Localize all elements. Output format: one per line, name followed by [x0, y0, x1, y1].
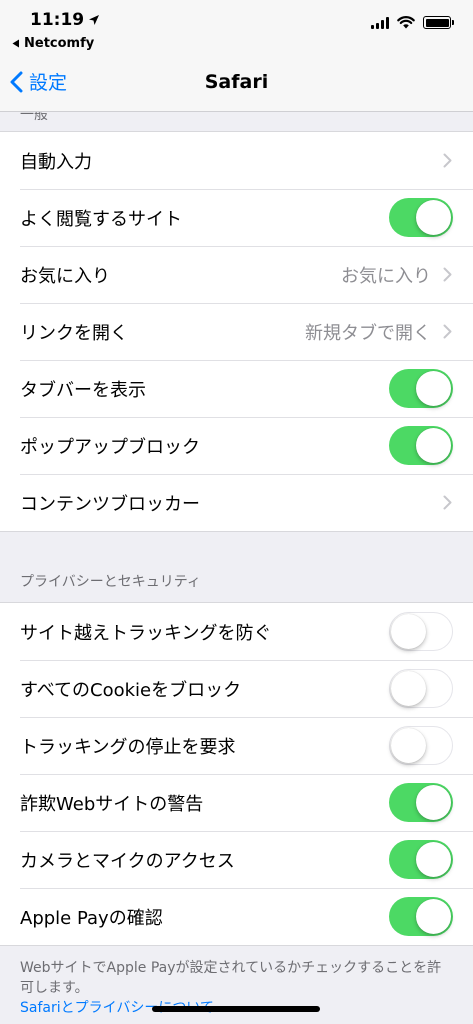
check-apple-pay-toggle[interactable]: [389, 897, 453, 936]
camera-microphone-access-toggle[interactable]: [389, 840, 453, 879]
back-to-app-button[interactable]: Netcomfy: [12, 36, 94, 51]
privacy-group: サイト越えトラッキングを防ぐ すべてのCookieをブロック トラッキングの停止…: [0, 602, 473, 946]
privacy-footer-text: WebサイトでApple Payが設定されているかチェックすることを許可します。: [20, 960, 442, 996]
frequently-visited-label: よく閲覧するサイト: [20, 208, 182, 230]
wifi-icon: [397, 16, 415, 29]
section-header-privacy: プライバシーとセキュリティ: [0, 532, 473, 602]
section-header-general-text: 一般: [20, 112, 48, 123]
fraudulent-website-warning-row: 詐欺Webサイトの警告: [0, 774, 473, 831]
block-popups-row: ポップアップブロック: [0, 417, 473, 474]
frequently-visited-toggle[interactable]: [389, 198, 453, 237]
back-to-app-label: Netcomfy: [24, 36, 95, 51]
fraudulent-website-warning-label: 詐欺Webサイトの警告: [20, 793, 204, 815]
camera-microphone-access-row: カメラとマイクのアクセス: [0, 831, 473, 888]
chevron-right-icon: [441, 494, 453, 512]
open-links-label: リンクを開く: [20, 322, 128, 344]
show-tab-bar-toggle[interactable]: [389, 369, 453, 408]
block-popups-toggle[interactable]: [389, 426, 453, 465]
chevron-right-icon: [441, 323, 453, 341]
favorites-row[interactable]: お気に入り お気に入り: [0, 246, 473, 303]
status-indicators: [371, 16, 454, 29]
check-apple-pay-label: Apple Payの確認: [20, 907, 163, 929]
general-group: 自動入力 よく閲覧するサイト お気に入り お気に入り リンクを開く 新規タブで開…: [0, 131, 473, 532]
page-title: Safari: [204, 71, 269, 93]
open-links-row[interactable]: リンクを開く 新規タブで開く: [0, 303, 473, 360]
prevent-cross-site-tracking-toggle[interactable]: [389, 612, 453, 651]
location-arrow-icon: [89, 15, 100, 25]
status-time: 11:19: [30, 10, 100, 30]
show-tab-bar-row: タブバーを表示: [0, 360, 473, 417]
settings-list[interactable]: 一般 自動入力 よく閲覧するサイト お気に入り お気に入り リンクを開く 新規タ…: [0, 112, 473, 1018]
check-apple-pay-row: Apple Payの確認: [0, 888, 473, 945]
block-all-cookies-row: すべてのCookieをブロック: [0, 660, 473, 717]
autofill-label: 自動入力: [20, 151, 92, 173]
open-links-value: 新規タブで開く: [305, 322, 431, 344]
content-blockers-row[interactable]: コンテンツブロッカー: [0, 474, 473, 531]
block-all-cookies-toggle[interactable]: [389, 669, 453, 708]
prevent-cross-site-tracking-label: サイト越えトラッキングを防ぐ: [20, 622, 272, 644]
section-header-general: 一般: [0, 112, 473, 131]
favorites-value: お気に入り: [341, 265, 431, 287]
do-not-track-toggle[interactable]: [389, 726, 453, 765]
prevent-cross-site-tracking-row: サイト越えトラッキングを防ぐ: [0, 603, 473, 660]
frequently-visited-row: よく閲覧するサイト: [0, 189, 473, 246]
fraudulent-website-warning-toggle[interactable]: [389, 783, 453, 822]
do-not-track-label: トラッキングの停止を要求: [20, 736, 236, 758]
do-not-track-row: トラッキングの停止を要求: [0, 717, 473, 774]
section-header-privacy-text: プライバシーとセキュリティ: [20, 574, 201, 590]
status-bar: 11:19 Netcomfy: [0, 0, 473, 56]
block-popups-label: ポップアップブロック: [20, 436, 200, 458]
favorites-label: お気に入り: [20, 265, 110, 287]
back-triangle-icon: [12, 39, 19, 48]
navigation-bar: 設定 Safari: [0, 56, 473, 112]
home-indicator[interactable]: [152, 1006, 320, 1012]
autofill-row[interactable]: 自動入力: [0, 132, 473, 189]
camera-microphone-access-label: カメラとマイクのアクセス: [20, 850, 235, 872]
chevron-right-icon: [441, 266, 453, 284]
show-tab-bar-label: タブバーを表示: [20, 379, 146, 401]
status-time-text: 11:19: [30, 10, 85, 30]
battery-icon: [423, 16, 454, 29]
cellular-signal-icon: [371, 16, 389, 29]
content-blockers-label: コンテンツブロッカー: [20, 493, 200, 515]
chevron-right-icon: [441, 152, 453, 170]
block-all-cookies-label: すべてのCookieをブロック: [20, 679, 242, 701]
